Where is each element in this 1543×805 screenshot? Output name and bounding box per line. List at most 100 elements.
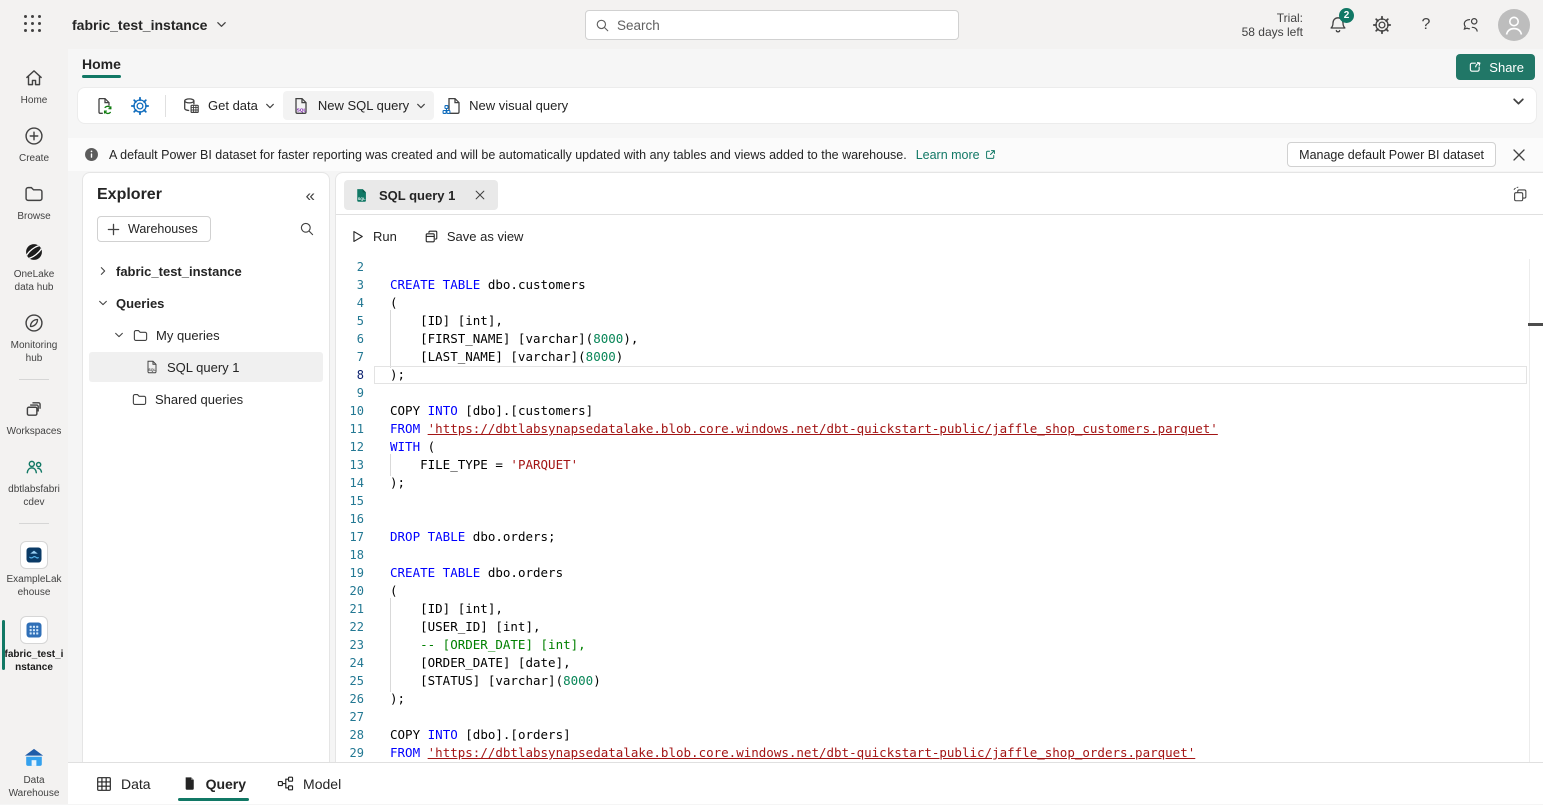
topbar-actions: Trial: 58 days left 2 ? <box>1242 0 1533 49</box>
code-line[interactable]: 12WITH ( <box>336 438 1543 456</box>
code-line[interactable]: 8); <box>336 366 1543 384</box>
line-number: 13 <box>336 458 364 472</box>
tree-item-warehouse[interactable]: fabric_test_instance <box>89 256 323 286</box>
rail-item-dbtlabsfabricdev[interactable]: dbtlabsfabricdev <box>0 455 68 509</box>
notifications-button[interactable]: 2 <box>1319 6 1357 44</box>
code-line[interactable]: 16 <box>336 510 1543 528</box>
line-number: 8 <box>336 368 364 382</box>
search-icon[interactable] <box>299 221 315 237</box>
rail-item-fabric-test-instance[interactable]: fabric_test_instance <box>0 616 68 674</box>
code-line[interactable]: 13 FILE_TYPE = 'PARQUET' <box>336 456 1543 474</box>
tree-item-shared-queries[interactable]: Shared queries <box>89 384 323 414</box>
sql-code-editor[interactable]: 23CREATE TABLE dbo.customers4(5 [ID] [in… <box>336 258 1543 762</box>
code-line[interactable]: 4( <box>336 294 1543 312</box>
rail-item-examplelakehouse[interactable]: ExampleLakehouse <box>0 541 68 599</box>
code-text: [ORDER_DATE] [date], <box>390 654 571 672</box>
code-line[interactable]: 21 [ID] [int], <box>336 600 1543 618</box>
rail-item-label: Workspaces <box>7 425 62 438</box>
learn-more-link[interactable]: Learn more <box>916 148 997 162</box>
new-sql-query-button[interactable]: SQL New SQL query <box>283 91 434 120</box>
dbtlabsfabricdev-icon <box>23 455 45 479</box>
rail-item-onelake-data-hub[interactable]: OneLakedata hub <box>0 240 68 294</box>
code-line[interactable]: 29FROM 'https://dbtlabsynapsedatalake.bl… <box>336 744 1543 762</box>
line-number: 4 <box>336 296 364 310</box>
model-diagram-icon <box>276 774 295 793</box>
banner-close-icon[interactable] <box>1505 141 1533 169</box>
code-line[interactable]: 11FROM 'https://dbtlabsynapsedatalake.bl… <box>336 420 1543 438</box>
tree-item-my-queries[interactable]: My queries <box>89 320 323 350</box>
refresh-document-icon <box>94 96 114 116</box>
rail-item-create[interactable]: Create <box>0 124 68 165</box>
tree-item-queries[interactable]: Queries <box>89 288 323 318</box>
search-input[interactable] <box>617 18 949 33</box>
svg-text:SQL: SQL <box>296 107 306 113</box>
rail-item-monitoring-hub[interactable]: Monitoringhub <box>0 311 68 365</box>
code-line[interactable]: 10COPY INTO [dbo].[customers] <box>336 402 1543 420</box>
code-line[interactable]: 27 <box>336 708 1543 726</box>
collapse-panel-icon[interactable]: « <box>306 187 315 204</box>
new-visual-query-button[interactable]: New visual query <box>434 91 576 120</box>
code-line[interactable]: 9 <box>336 384 1543 402</box>
feedback-button[interactable] <box>1451 6 1489 44</box>
code-line[interactable]: 7 [LAST_NAME] [varchar](8000) <box>336 348 1543 366</box>
copy-icon[interactable] <box>1511 185 1529 203</box>
external-link-icon <box>984 148 997 161</box>
code-line[interactable]: 20( <box>336 582 1543 600</box>
chevron-down-icon[interactable] <box>97 298 109 308</box>
run-button[interactable]: Run <box>349 228 397 245</box>
rail-item-workspaces[interactable]: Workspaces <box>0 397 68 438</box>
code-line[interactable]: 6 [FIRST_NAME] [varchar](8000), <box>336 330 1543 348</box>
sql-file-icon: SQL <box>353 187 370 204</box>
code-line[interactable]: 22 [USER_ID] [int], <box>336 618 1543 636</box>
code-line[interactable]: 23 -- [ORDER_DATE] [int], <box>336 636 1543 654</box>
chevron-down-icon[interactable] <box>113 330 125 340</box>
share-button[interactable]: Share <box>1456 54 1535 80</box>
code-line[interactable]: 26); <box>336 690 1543 708</box>
global-search[interactable] <box>585 10 959 40</box>
scrollbar-position-marker[interactable] <box>1528 323 1543 326</box>
chevron-down-icon <box>265 101 275 111</box>
tree-item-sql-query-1[interactable]: SQL SQL query 1 <box>89 352 323 382</box>
code-line[interactable]: 5 [ID] [int], <box>336 312 1543 330</box>
help-button[interactable]: ? <box>1407 6 1445 44</box>
refresh-dataset-button[interactable] <box>86 91 122 120</box>
code-line[interactable]: 28COPY INTO [dbo].[orders] <box>336 726 1543 744</box>
workspace-switcher[interactable]: fabric_test_instance <box>72 0 227 49</box>
tab-home[interactable]: Home <box>82 56 121 78</box>
code-line[interactable]: 17DROP TABLE dbo.orders; <box>336 528 1543 546</box>
app-launcher-icon[interactable] <box>24 15 44 34</box>
line-number: 6 <box>336 332 364 346</box>
manage-dataset-button[interactable]: Manage default Power BI dataset <box>1287 142 1496 167</box>
account-button[interactable] <box>1495 6 1533 44</box>
rail-item-data-warehouse[interactable]: DataWarehouse <box>0 746 68 800</box>
add-warehouses-button[interactable]: Warehouses <box>97 216 211 242</box>
tab-query[interactable]: Query <box>181 763 246 805</box>
code-line[interactable]: 19CREATE TABLE dbo.orders <box>336 564 1543 582</box>
save-as-view-button[interactable]: Save as view <box>423 228 524 245</box>
code-line[interactable]: 18 <box>336 546 1543 564</box>
code-line[interactable]: 25 [STATUS] [varchar](8000) <box>336 672 1543 690</box>
get-data-button[interactable]: Get data <box>173 91 283 120</box>
code-line[interactable]: 2 <box>336 258 1543 276</box>
rail-item-label: Browse <box>17 210 50 223</box>
close-tab-icon[interactable] <box>472 187 488 203</box>
chevron-right-icon[interactable] <box>97 266 109 276</box>
tab-data[interactable]: Data <box>95 763 151 805</box>
settings-toolbar-button[interactable] <box>122 91 158 120</box>
code-line[interactable]: 15 <box>336 492 1543 510</box>
collapse-ribbon-icon[interactable] <box>1512 95 1525 108</box>
code-line[interactable]: 3CREATE TABLE dbo.customers <box>336 276 1543 294</box>
tab-model[interactable]: Model <box>276 763 341 805</box>
tab-sql-query-1[interactable]: SQL SQL query 1 <box>344 180 498 210</box>
code-text: ( <box>390 582 398 600</box>
settings-button[interactable] <box>1363 6 1401 44</box>
rail-item-home[interactable]: Home <box>0 66 68 107</box>
code-line[interactable]: 14); <box>336 474 1543 492</box>
run-icon <box>349 228 366 245</box>
code-line[interactable]: 24 [ORDER_DATE] [date], <box>336 654 1543 672</box>
code-text: [STATUS] [varchar](8000) <box>390 672 601 690</box>
rail-item-browse[interactable]: Browse <box>0 182 68 223</box>
code-text: [LAST_NAME] [varchar](8000) <box>390 348 623 366</box>
rail-item-label: Monitoringhub <box>11 339 58 365</box>
share-icon <box>1467 59 1483 75</box>
